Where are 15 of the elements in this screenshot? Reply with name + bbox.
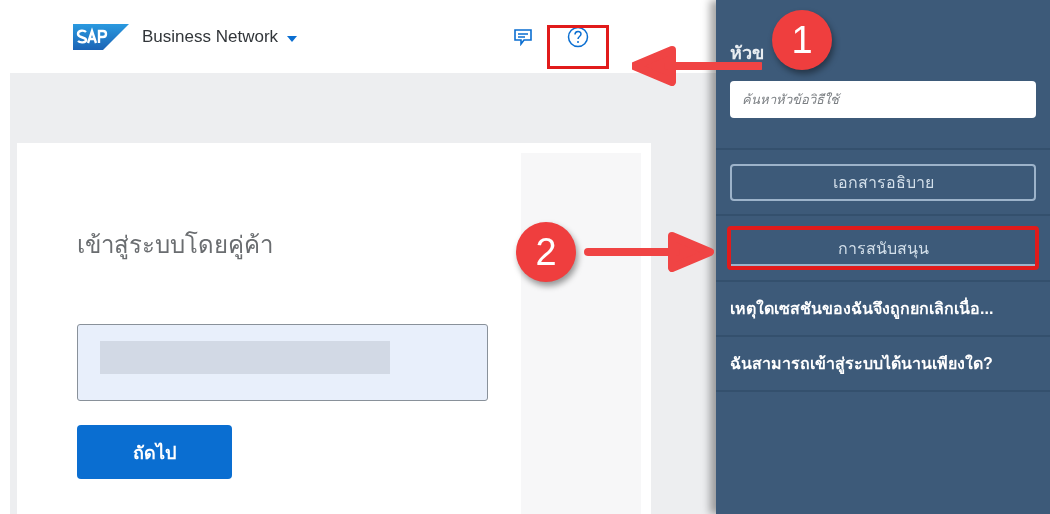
login-title: เข้าสู่ระบบโดยคู่ค้า [77,230,274,262]
help-icon[interactable] [567,25,589,48]
help-topic-link[interactable]: ฉันสามารถเข้าสู่ระบบได้นานเพียงใด? [716,335,1050,392]
help-button[interactable]: เอกสารอธิบาย [730,164,1036,201]
next-button[interactable]: ถัดไป [77,425,232,479]
chat-icon[interactable] [513,27,533,46]
username-field[interactable] [77,324,488,401]
help-button[interactable]: การสนับสนุน [727,226,1039,270]
caret-icon[interactable] [287,35,298,42]
highlight-frame [547,25,609,69]
search-field[interactable]: ค้นหาหัวข้อวิธีใช้ [730,81,1036,118]
sap-logo [73,23,129,50]
help-topic-link[interactable]: เหตุใดเซสชันของฉันจึงถูกยกเลิกเนื่อ... [716,280,1050,335]
panel-title: หัวข [730,42,764,65]
brand-menu[interactable]: Business Network [142,26,279,47]
